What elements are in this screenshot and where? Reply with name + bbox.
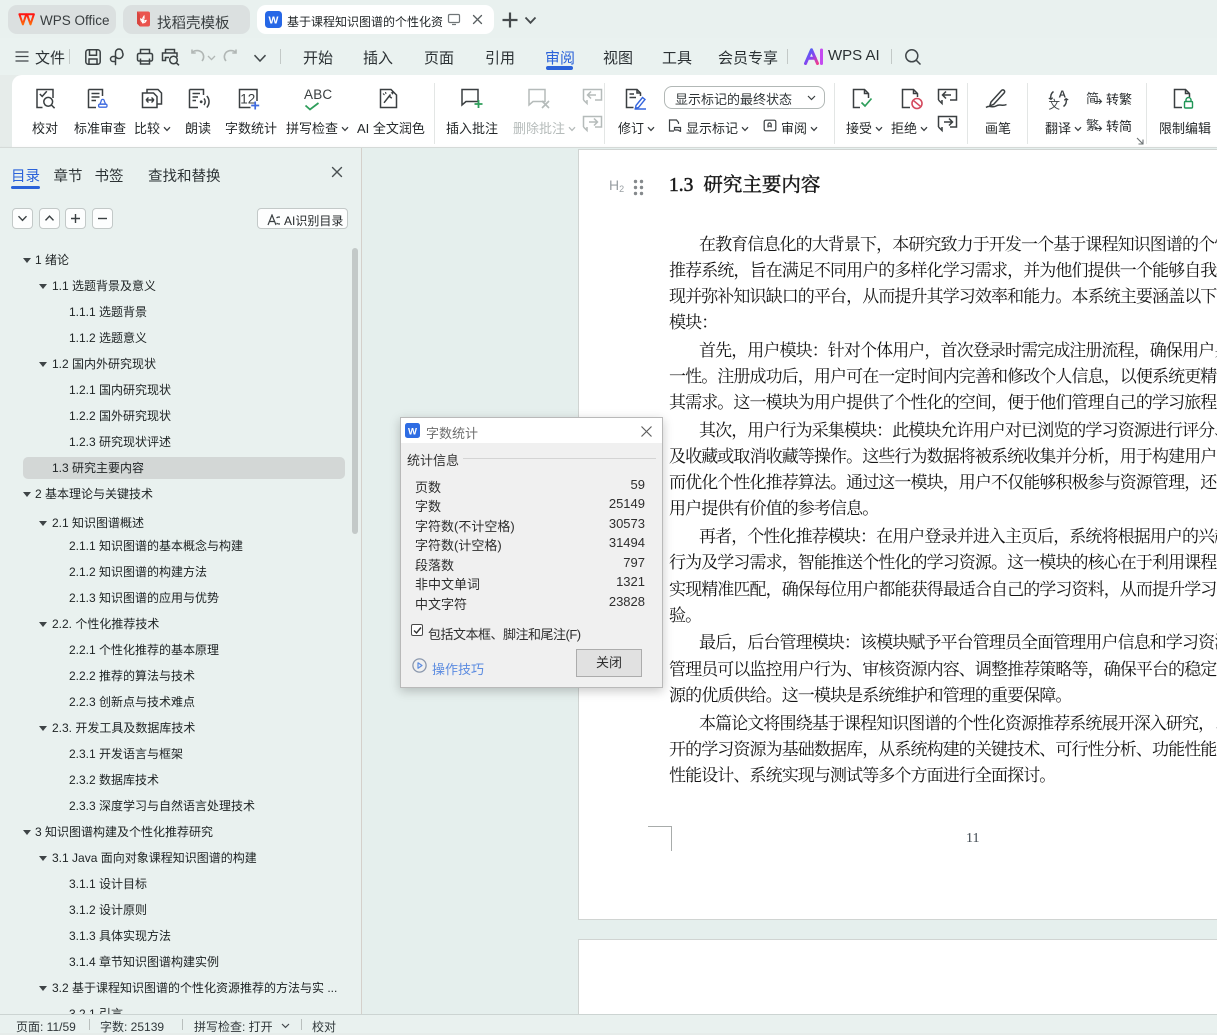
svg-text:W: W [269, 15, 279, 27]
svg-text:A: A [1059, 89, 1067, 101]
svg-text:12: 12 [240, 92, 255, 107]
svg-text:W: W [408, 426, 417, 437]
